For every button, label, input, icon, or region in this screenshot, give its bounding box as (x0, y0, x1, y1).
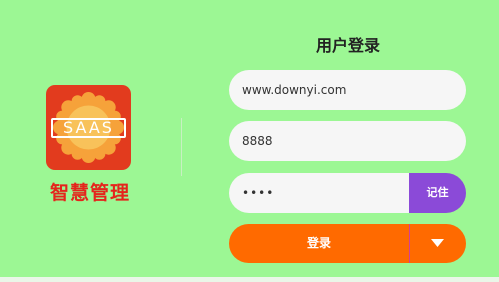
login-button[interactable]: 登录 (229, 224, 409, 263)
login-title: 用户登录 (315, 36, 380, 55)
logo-text: SAAS (51, 118, 126, 138)
divider (181, 118, 182, 176)
saas-logo-icon: SAAS (46, 85, 131, 170)
password-field[interactable]: •••• (229, 173, 409, 213)
username-field[interactable]: www.downyi.com (229, 70, 466, 110)
login-options-dropdown-button[interactable] (410, 224, 466, 263)
brand-name: 智慧管理 (49, 182, 130, 204)
company-code-field[interactable]: 8888 (229, 121, 466, 161)
caret-down-icon (431, 239, 444, 247)
bottom-strip (0, 277, 499, 282)
remember-button[interactable]: 记住 (409, 173, 466, 213)
